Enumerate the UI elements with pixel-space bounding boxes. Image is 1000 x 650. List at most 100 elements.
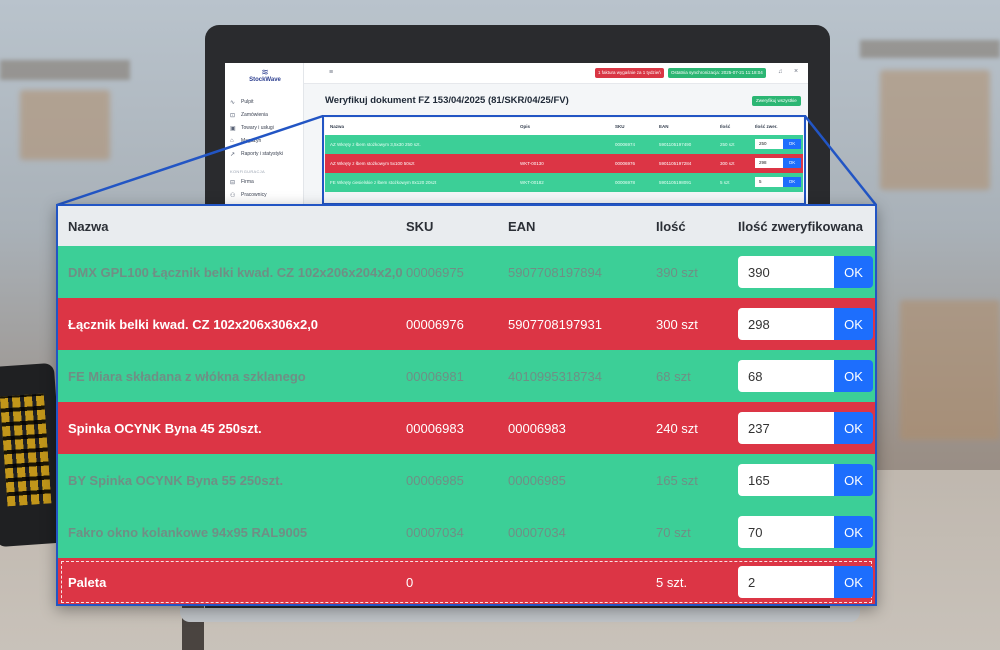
- background-box: [20, 90, 110, 160]
- sidebar-item-label: Pracownicy: [241, 192, 267, 198]
- sidebar-item-label: Firma: [241, 179, 254, 185]
- verified-quantity-input[interactable]: [738, 412, 834, 444]
- top-bar: ≡ 1 faktura wygaśnie za 1 tydzień Ostatn…: [304, 63, 808, 84]
- column-header: Ilość: [720, 124, 731, 129]
- product-qty: 390 szt: [656, 264, 698, 280]
- ok-button[interactable]: OK: [834, 464, 873, 496]
- product-name: Paleta: [68, 574, 107, 590]
- sidebar-item-label: Magazyn: [241, 138, 262, 144]
- verified-quantity-input[interactable]: [738, 464, 834, 496]
- box-icon: ▣: [230, 125, 236, 132]
- screen-table-row: AZ Wkręty z łbem stożkowym 3,5x30 250 sz…: [325, 135, 803, 154]
- sidebar-item-reports[interactable]: ↗ Raporty i statystyki: [230, 149, 283, 159]
- screen-table: Nazwa Opis SKU EAN Ilość Ilość zwer. AZ …: [325, 118, 803, 192]
- background-box: [880, 70, 990, 190]
- verified-quantity-input[interactable]: [738, 566, 834, 598]
- row-name: AZ Wkręty z łbem stożkowym 3,5x30 250 sz…: [330, 142, 421, 147]
- bell-icon[interactable]: ♫: [778, 69, 783, 75]
- chart-icon: ∿: [230, 99, 236, 106]
- product-ean: 00006985: [508, 472, 566, 488]
- ok-button[interactable]: OK: [834, 256, 873, 288]
- sidebar-item-warehouse[interactable]: ⌂ Magazyn: [230, 136, 261, 146]
- building-icon: ⊟: [230, 179, 236, 186]
- ok-button[interactable]: OK: [834, 566, 873, 598]
- column-header: SKU: [615, 124, 625, 129]
- sidebar-section-label: KONFIGURACJA: [230, 169, 265, 174]
- table-row: FE Miara składana z włókna szklanego 000…: [58, 350, 875, 403]
- magnified-table: Nazwa SKU EAN Ilość Ilość zweryfikowana …: [56, 204, 877, 606]
- table-row: BY Spinka OCYNK Byna 55 250szt. 00006985…: [58, 454, 875, 507]
- verified-quantity-input[interactable]: [738, 308, 834, 340]
- warehouse-icon: ⌂: [230, 138, 234, 144]
- table-row: Łącznik belki kwad. CZ 102x206x306x2,0 0…: [58, 298, 875, 351]
- ok-button[interactable]: OK: [834, 412, 873, 444]
- users-icon: ⚇: [230, 192, 236, 199]
- row-sku: 00006976: [615, 161, 636, 166]
- row-desc: WKT-00130: [520, 161, 544, 166]
- product-name: DMX GPL100 Łącznik belki kwad. CZ 102x20…: [68, 264, 403, 280]
- background-shelf: [860, 40, 1000, 58]
- product-sku: 00006976: [406, 316, 464, 332]
- verified-quantity-input[interactable]: 5: [755, 177, 783, 187]
- row-name: AZ Wkręty z łbem stożkowym 5x100 50szt: [330, 161, 415, 166]
- sidebar-item-company[interactable]: ⊟ Firma: [230, 177, 254, 187]
- ok-button[interactable]: OK: [783, 177, 801, 187]
- sidebar-item-products[interactable]: ▣ Towary i usługi: [230, 123, 274, 133]
- cart-icon: ⊡: [230, 112, 236, 119]
- verified-quantity-input[interactable]: [738, 516, 834, 548]
- product-ean: 00007034: [508, 524, 566, 540]
- product-sku: 00007034: [406, 524, 464, 540]
- close-icon[interactable]: ×: [794, 68, 798, 75]
- table-row: Fakro okno kolankowe 94x95 RAL9005 00007…: [58, 506, 875, 559]
- product-name: Spinka OCYNK Byna 45 250szt.: [68, 420, 262, 436]
- product-ean: 4010995318734: [508, 368, 602, 384]
- row-name: FE Wkręty ciesielskie z łbem stożkowym 8…: [330, 180, 437, 185]
- laptop-base: [180, 608, 860, 622]
- row-ean: 5901105198091: [659, 180, 692, 185]
- verified-quantity-input[interactable]: 298: [755, 158, 783, 168]
- ok-button[interactable]: OK: [834, 516, 873, 548]
- product-qty: 240 szt: [656, 420, 698, 436]
- row-qty: 5 szt: [720, 180, 730, 185]
- row-desc: WKT-00182: [520, 180, 544, 185]
- column-header-ean: EAN: [508, 218, 536, 234]
- sidebar-item-pulpit[interactable]: ∿ Pulpit: [230, 97, 254, 107]
- sidebar-item-label: Zamówienia: [241, 112, 268, 118]
- chart-line-icon: ↗: [230, 151, 236, 158]
- column-header: Opis: [520, 124, 531, 129]
- table-header: Nazwa SKU EAN Ilość Ilość zweryfikowana: [58, 206, 875, 246]
- verified-quantity-input[interactable]: 250: [755, 139, 783, 149]
- menu-icon[interactable]: ≡: [329, 69, 333, 76]
- sidebar-item-orders[interactable]: ⊡ Zamówienia: [230, 110, 268, 120]
- product-qty: 300 szt: [656, 316, 698, 332]
- screen-table-header: Nazwa Opis SKU EAN Ilość Ilość zwer.: [325, 118, 803, 135]
- background-shelf: [0, 60, 130, 80]
- product-ean: 5907708197894: [508, 264, 602, 280]
- product-name: Łącznik belki kwad. CZ 102x206x306x2,0: [68, 316, 319, 332]
- sidebar-item-label: Pulpit: [241, 99, 254, 105]
- row-qty: 250 szt: [720, 142, 735, 147]
- sync-status-badge: Ostatnia synchronizacja: 2025-07-21 11:1…: [668, 68, 766, 78]
- product-sku: 00006981: [406, 368, 464, 384]
- verified-quantity-input[interactable]: [738, 256, 834, 288]
- invoice-alert-badge[interactable]: 1 faktura wygaśnie za 1 tydzień: [595, 68, 664, 78]
- ok-button[interactable]: OK: [783, 158, 801, 168]
- product-qty: 5 szt.: [656, 574, 688, 590]
- product-qty: 165 szt: [656, 472, 698, 488]
- verified-quantity-input[interactable]: [738, 360, 834, 392]
- row-qty: 300 szt: [720, 161, 735, 166]
- sidebar-item-label: Towary i usługi: [241, 125, 274, 131]
- ok-button[interactable]: OK: [834, 308, 873, 340]
- scanner-keypad: [0, 393, 52, 507]
- sidebar-item-employees[interactable]: ⚇ Pracownicy: [230, 190, 267, 200]
- table-row-pallet: Paleta 0 5 szt. OK: [58, 558, 875, 604]
- ok-button[interactable]: OK: [783, 139, 801, 149]
- ok-button[interactable]: OK: [834, 360, 873, 392]
- row-ean: 5901105197490: [659, 142, 692, 147]
- brand-name: StockWave: [249, 77, 281, 83]
- column-header-sku: SKU: [406, 218, 434, 234]
- verify-all-button[interactable]: Zweryfikuj wszystkie: [752, 96, 801, 106]
- brand-logo[interactable]: ≋ StockWave: [237, 68, 293, 84]
- product-ean: 00006983: [508, 420, 566, 436]
- product-sku: 00006975: [406, 264, 464, 280]
